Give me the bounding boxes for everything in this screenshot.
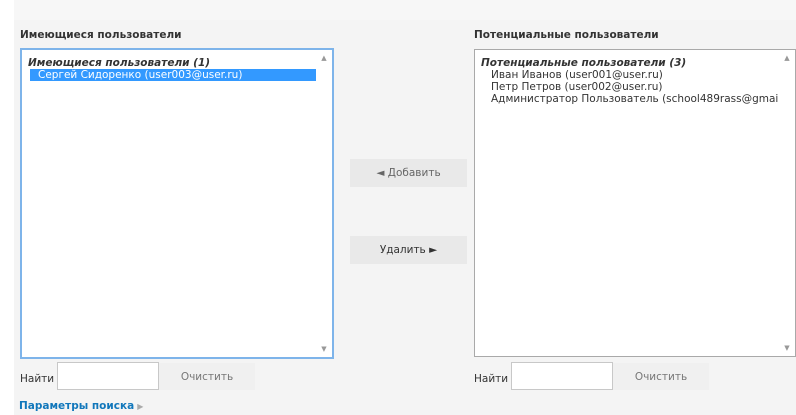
potential-search-label: Найти bbox=[474, 373, 509, 385]
scroll-down-icon[interactable]: ▼ bbox=[779, 344, 795, 352]
search-options-link[interactable]: Параметры поиска ▶ bbox=[19, 400, 143, 412]
search-options-label[interactable]: Параметры поиска bbox=[19, 400, 134, 412]
existing-clear-button[interactable]: Очистить bbox=[159, 363, 255, 390]
potential-users-optgroup: Потенциальные пользователи (3) bbox=[481, 57, 687, 69]
potential-user-option[interactable]: Иван Иванов (user001@user.ru) bbox=[481, 69, 777, 81]
existing-user-option[interactable]: Сергей Сидоренко (user003@user.ru) bbox=[30, 69, 330, 81]
existing-users-heading: Имеющиеся пользователи bbox=[20, 29, 182, 41]
existing-users-scrollbar[interactable]: ▲ ▼ bbox=[316, 50, 332, 357]
scroll-up-icon[interactable]: ▲ bbox=[316, 54, 332, 62]
chevron-right-icon: ▶ bbox=[137, 402, 144, 411]
potential-users-scrollbar[interactable]: ▲ ▼ bbox=[779, 50, 795, 356]
scroll-down-icon[interactable]: ▼ bbox=[316, 345, 332, 353]
potential-users-select[interactable]: Потенциальные пользователи (3) Иван Иван… bbox=[474, 49, 796, 357]
remove-button[interactable]: Удалить ► bbox=[350, 236, 467, 264]
potential-users-heading: Потенциальные пользователи bbox=[474, 29, 659, 41]
add-button[interactable]: ◄ Добавить bbox=[350, 159, 467, 187]
potential-clear-button[interactable]: Очистить bbox=[613, 363, 709, 390]
potential-user-option[interactable]: Петр Петров (user002@user.ru) bbox=[481, 81, 777, 93]
existing-search-input[interactable] bbox=[57, 362, 159, 390]
potential-search-input[interactable] bbox=[511, 362, 613, 390]
existing-users-optgroup: Имеющиеся пользователи (1) bbox=[28, 57, 211, 69]
top-strip bbox=[14, 0, 796, 20]
scroll-up-icon[interactable]: ▲ bbox=[779, 54, 795, 62]
existing-search-label: Найти bbox=[20, 373, 55, 385]
potential-user-option[interactable]: Администратор Пользователь (school489ras… bbox=[481, 93, 795, 105]
existing-users-select[interactable]: Имеющиеся пользователи (1) Сергей Сидоре… bbox=[20, 48, 334, 359]
